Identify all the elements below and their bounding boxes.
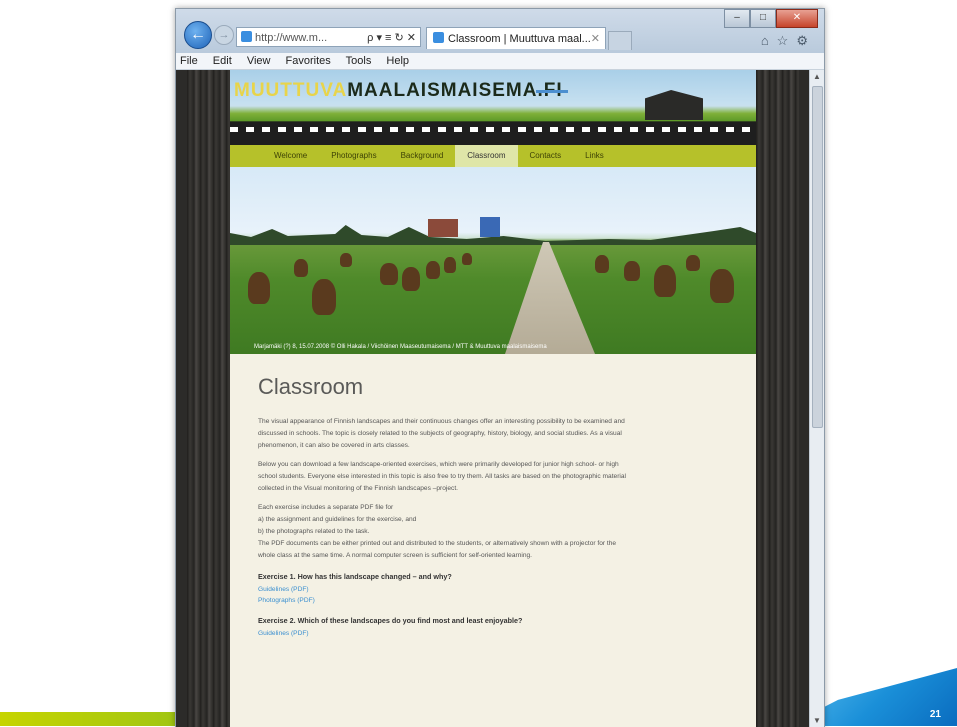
haystack — [710, 269, 734, 303]
haystack — [380, 263, 398, 285]
minimize-button[interactable]: – — [724, 9, 750, 28]
exercise-2-title: Exercise 2. Which of these landscapes do… — [258, 616, 523, 625]
nav-contacts[interactable]: Contacts — [518, 145, 574, 167]
dirt-road — [505, 242, 595, 354]
header-accent — [536, 90, 568, 93]
pdf-info-line-2: a) the assignment and guidelines for the… — [258, 516, 417, 523]
back-button[interactable]: ← — [184, 21, 212, 49]
exercise-2-guidelines-link[interactable]: Guidelines (PDF) — [258, 628, 728, 639]
pdf-info-line-4: The PDF documents can be either printed … — [258, 540, 617, 559]
site-logo[interactable]: MUUTTUVAMAALAISMAISEMA.FI — [234, 80, 563, 102]
slide-page-number: 21 — [929, 709, 941, 720]
menu-favorites[interactable]: Favorites — [286, 55, 331, 67]
window-controls: – □ ✕ — [724, 9, 818, 28]
haystack — [444, 257, 456, 273]
blue-building — [480, 217, 500, 237]
haystack — [340, 253, 352, 267]
scroll-down-icon[interactable]: ▼ — [813, 716, 821, 725]
menu-bar: File Edit View Favorites Tools Help — [176, 53, 824, 70]
browser-tab-classroom[interactable]: Classroom | Muuttuva maal... ✕ — [426, 27, 606, 49]
home-favorites-settings-icon[interactable]: ⌂☆⚙ — [761, 33, 816, 49]
pdf-info-line-1: Each exercise includes a separate PDF fi… — [258, 504, 394, 511]
filmstrip-divider — [230, 122, 756, 138]
address-bar[interactable]: http://www.m... ρ ▾ ≡ ↻ ✕ — [236, 27, 421, 47]
nav-links[interactable]: Links — [573, 145, 616, 167]
exercise-1-guidelines-link[interactable]: Guidelines (PDF) — [258, 584, 728, 595]
haystack — [686, 255, 700, 271]
intro-paragraph: The visual appearance of Finnish landsca… — [258, 418, 625, 449]
new-tab-button[interactable] — [608, 31, 632, 50]
haystack — [312, 279, 336, 315]
site-container: MUUTTUVAMAALAISMAISEMA.FI Welcome Photog… — [230, 70, 756, 727]
bark-border-right — [756, 70, 799, 727]
site-navigation: Welcome Photographs Background Classroom… — [230, 145, 756, 167]
hero-caption: Marjamäki (?) 8, 15.07.2008 © Olli Hakal… — [254, 344, 547, 350]
forward-button[interactable]: → — [214, 25, 234, 45]
address-url: http://www.m... — [255, 32, 328, 44]
tab-close-icon[interactable]: ✕ — [591, 28, 600, 49]
haystack — [624, 261, 640, 281]
site-header: MUUTTUVAMAALAISMAISEMA.FI — [230, 70, 756, 145]
pdf-info-line-3: b) the photographs related to the task. — [258, 528, 370, 535]
haystack — [595, 255, 609, 273]
tab-favicon-icon — [433, 32, 444, 43]
exercise-1-title: Exercise 1. How has this landscape chang… — [258, 572, 452, 581]
scrollbar-thumb[interactable] — [812, 86, 823, 428]
haystack — [426, 261, 440, 279]
page-title: Classroom — [258, 374, 364, 399]
browser-titlebar: ← → http://www.m... ρ ▾ ≡ ↻ ✕ Classroom … — [176, 9, 824, 53]
maximize-button[interactable]: □ — [750, 9, 776, 28]
haystack — [654, 265, 676, 297]
menu-edit[interactable]: Edit — [213, 55, 232, 67]
vertical-scrollbar[interactable]: ▲ ▼ — [809, 70, 824, 727]
menu-view[interactable]: View — [247, 55, 271, 67]
barn-silhouette — [645, 90, 703, 120]
main-content: Classroom The visual appearance of Finni… — [230, 354, 756, 639]
menu-file[interactable]: File — [180, 55, 198, 67]
download-paragraph: Below you can download a few landscape-o… — [258, 461, 626, 492]
nav-background[interactable]: Background — [389, 145, 456, 167]
browser-window: ← → http://www.m... ρ ▾ ≡ ↻ ✕ Classroom … — [175, 8, 825, 727]
red-farmhouse — [428, 219, 458, 237]
address-tools-icon[interactable]: ρ ▾ ≡ ↻ ✕ — [367, 28, 416, 46]
haystack — [462, 253, 472, 265]
bark-border-left — [187, 70, 230, 727]
exercise-1-photographs-link[interactable]: Photographs (PDF) — [258, 595, 728, 606]
nav-classroom[interactable]: Classroom — [455, 145, 518, 167]
nav-photographs[interactable]: Photographs — [319, 145, 388, 167]
menu-tools[interactable]: Tools — [346, 55, 372, 67]
close-button[interactable]: ✕ — [776, 9, 818, 28]
haystack — [248, 272, 270, 304]
haystack — [402, 267, 420, 291]
nav-welcome[interactable]: Welcome — [262, 145, 319, 167]
page-viewport: MUUTTUVAMAALAISMAISEMA.FI Welcome Photog… — [176, 70, 810, 727]
hero-landscape-photo: Marjamäki (?) 8, 15.07.2008 © Olli Hakal… — [230, 167, 756, 354]
menu-help[interactable]: Help — [386, 55, 409, 67]
scroll-up-icon[interactable]: ▲ — [813, 72, 821, 81]
site-favicon-icon — [241, 31, 252, 42]
tab-title: Classroom | Muuttuva maal... — [448, 33, 591, 45]
haystack — [294, 259, 308, 277]
